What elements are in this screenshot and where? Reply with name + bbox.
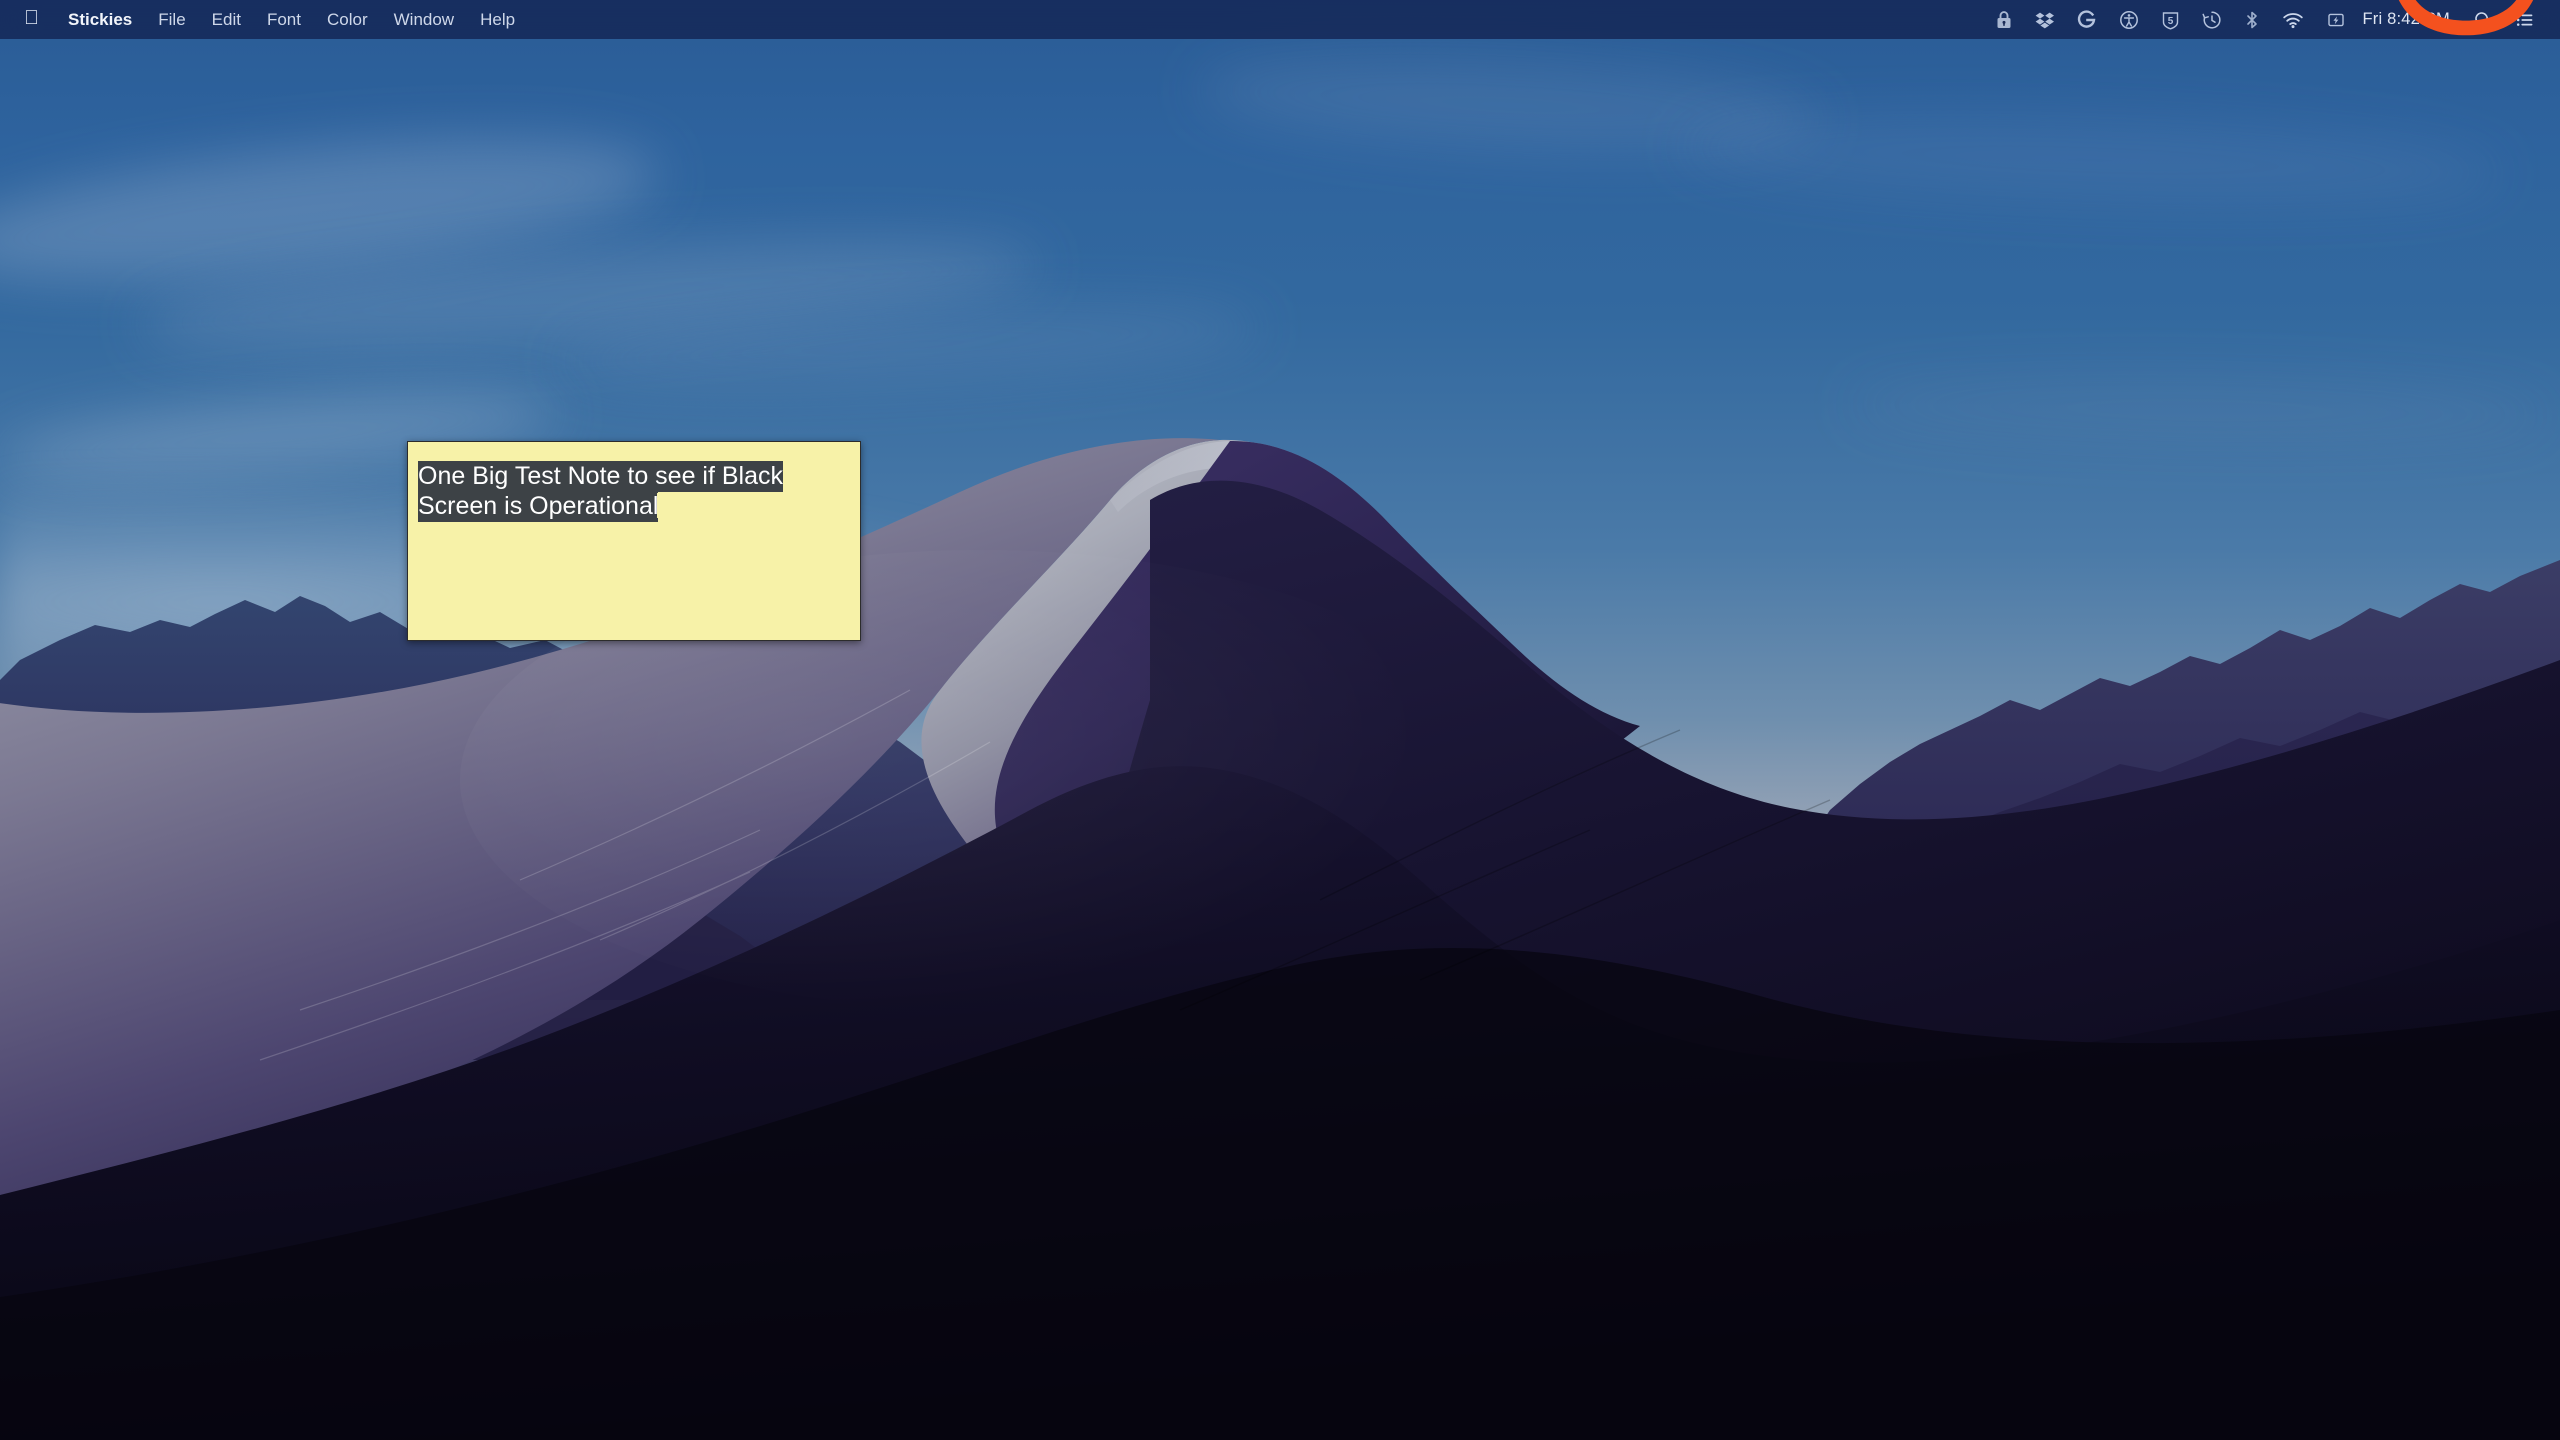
accessibility-icon[interactable] <box>2108 0 2150 39</box>
wifi-icon[interactable] <box>2271 0 2315 39</box>
menu-item-edit[interactable]: Edit <box>199 0 254 39</box>
desktop-wallpaper[interactable] <box>0 0 2560 1440</box>
battery-charging-icon[interactable] <box>2315 0 2357 39</box>
menu-item-stickies[interactable]: Stickies <box>55 0 145 39</box>
menu-item-font[interactable]: Font <box>254 0 314 39</box>
text-caret <box>657 493 660 519</box>
dropbox-icon[interactable] <box>2024 0 2066 39</box>
time-machine-icon[interactable] <box>2191 0 2233 39</box>
menu-item-help[interactable]: Help <box>467 0 528 39</box>
menu-bar-status-area: 5 Fri 8:42 PM <box>1984 0 2560 39</box>
stickies-note-window[interactable]: One Big Test Note to see if Black Screen… <box>407 441 861 641</box>
search-icon[interactable] <box>2462 0 2504 39</box>
menu-bar[interactable]:  Stickies File Edit Font Color Window H… <box>0 0 2560 39</box>
note-text-area[interactable]: One Big Test Note to see if Black Screen… <box>408 442 860 532</box>
wallpaper-landscape <box>0 438 2560 1440</box>
svg-text:5: 5 <box>2167 16 2173 27</box>
logitech-g-icon[interactable] <box>2066 0 2108 39</box>
control-center-icon[interactable] <box>2504 0 2546 39</box>
menu-item-file[interactable]: File <box>145 0 198 39</box>
menu-bar-left:  Stickies File Edit Font Color Window H… <box>0 0 528 39</box>
menu-bar-clock[interactable]: Fri 8:42 PM <box>2357 0 2462 39</box>
menu-item-window[interactable]: Window <box>381 0 467 39</box>
menu-item-color[interactable]: Color <box>314 0 381 39</box>
bluetooth-icon[interactable] <box>2233 0 2271 39</box>
lock-icon[interactable] <box>1984 0 2024 39</box>
note-selected-text[interactable]: One Big Test Note to see if Black Screen… <box>418 461 784 523</box>
shield-5-icon[interactable]: 5 <box>2150 0 2191 39</box>
apple-logo-icon:  <box>24 8 39 28</box>
desktop-screen: One Big Test Note to see if Black Screen… <box>0 0 2560 1440</box>
apple-menu-button[interactable]:  <box>14 0 55 39</box>
